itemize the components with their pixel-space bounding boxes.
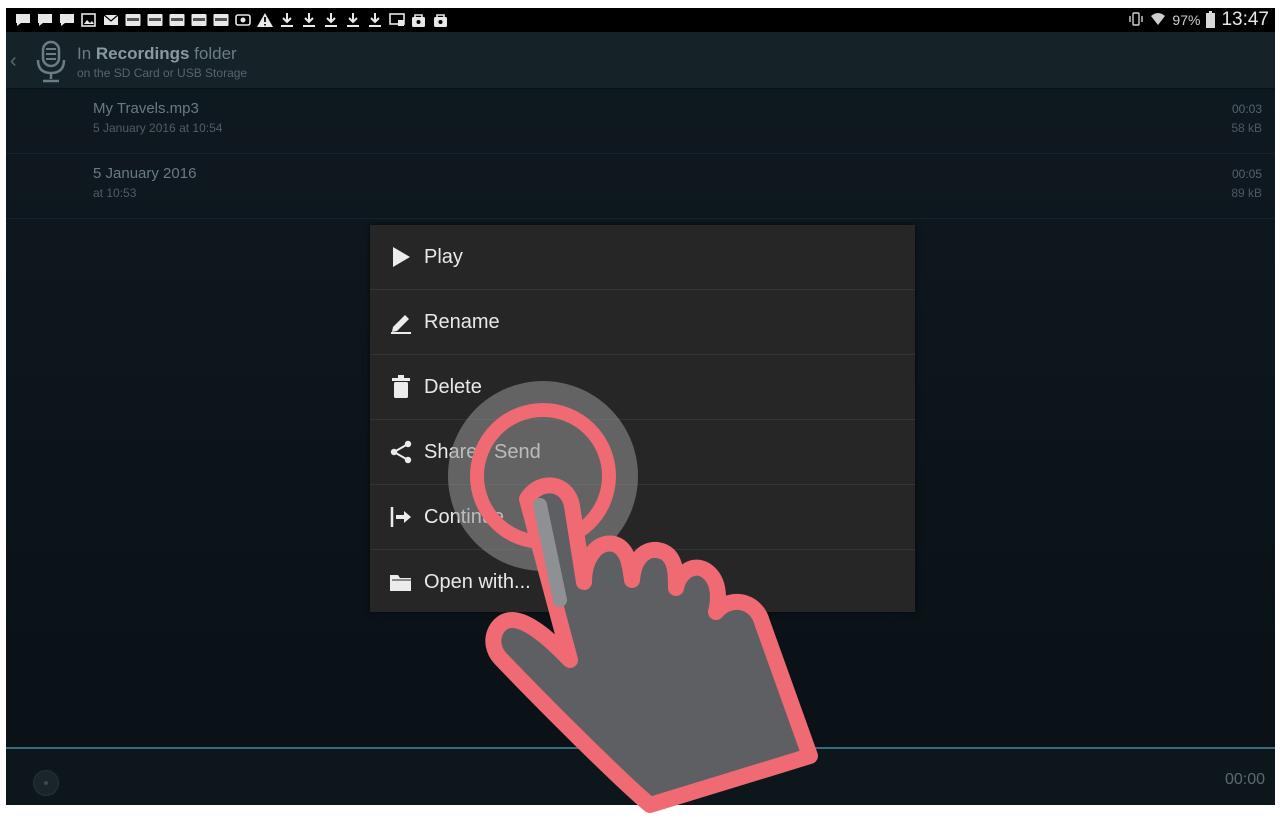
warning-icon: [256, 11, 273, 28]
app-icon: [190, 11, 207, 28]
app-screen: 97% 13:47 ‹ In Recordings folder on the …: [6, 8, 1275, 805]
battery-icon: [1206, 10, 1216, 28]
bag-icon: [432, 11, 449, 28]
notification-icons: [14, 11, 449, 28]
chat-icon: [36, 11, 53, 28]
menu-item-label: Delete: [424, 375, 482, 398]
folder-title: In Recordings folder: [77, 44, 237, 63]
menu-item-continue[interactable]: Continue: [370, 485, 915, 550]
menu-item-label: Share / Send: [424, 440, 541, 463]
download-icon: [322, 11, 339, 28]
download-icon: [300, 11, 317, 28]
status-right: 97% 13:47: [1128, 9, 1269, 31]
recording-duration: 00:03: [1231, 102, 1262, 116]
recording-date: at 10:53: [93, 186, 137, 200]
screenshot-icon: [234, 11, 251, 28]
app-icon: [124, 11, 141, 28]
recording-size: 89 kB: [1231, 186, 1262, 200]
download-icon: [344, 11, 361, 28]
trash-icon: [387, 373, 415, 401]
record-button[interactable]: [33, 770, 59, 796]
elapsed-time: 00:00: [1224, 771, 1265, 788]
recording-row[interactable]: My Travels.mp3 5 January 2016 at 10:54 0…: [6, 89, 1275, 154]
context-menu: Play Rename Delete Share / Send Continue…: [370, 225, 915, 612]
menu-item-label: Open with...: [424, 570, 531, 593]
mail-icon: [102, 11, 119, 28]
clock: 13:47: [1221, 9, 1269, 30]
pencil-icon: [387, 308, 415, 336]
folder-icon: [387, 568, 415, 596]
menu-item-label: Rename: [424, 310, 500, 333]
menu-item-delete[interactable]: Delete: [370, 355, 915, 420]
folder-header[interactable]: ‹ In Recordings folder on the SD Card or…: [6, 32, 1275, 89]
app-icon: [146, 11, 163, 28]
chat-icon: [14, 11, 31, 28]
folder-subtitle: on the SD Card or USB Storage: [77, 66, 248, 80]
download-icon: [366, 11, 383, 28]
app-icon: [168, 11, 185, 28]
menu-item-label: Play: [424, 245, 463, 268]
menu-item-open-with[interactable]: Open with...: [370, 550, 915, 614]
recording-date: 5 January 2016 at 10:54: [93, 121, 223, 135]
status-bar: 97% 13:47: [6, 8, 1275, 32]
recording-name: My Travels.mp3: [93, 100, 199, 117]
app-icon: [212, 11, 229, 28]
recording-size: 58 kB: [1231, 121, 1262, 135]
share-icon: [387, 438, 415, 466]
cast-icon: [388, 11, 405, 28]
vibrate-icon: [1128, 11, 1144, 29]
battery-percent: 97%: [1172, 12, 1201, 28]
image-icon: [80, 11, 97, 28]
menu-item-play[interactable]: Play: [370, 225, 915, 290]
bag-icon: [410, 11, 427, 28]
chat-icon: [58, 11, 75, 28]
play-icon: [387, 243, 415, 271]
continue-icon: [387, 503, 415, 531]
back-chevron-icon[interactable]: ‹: [10, 50, 17, 73]
recording-row[interactable]: 5 January 2016 at 10:53 00:05 89 kB: [6, 154, 1275, 219]
recording-name: 5 January 2016: [93, 165, 197, 182]
player-bar: 00:00: [6, 749, 1275, 805]
menu-item-rename[interactable]: Rename: [370, 290, 915, 355]
recording-duration: 00:05: [1231, 167, 1262, 181]
download-icon: [278, 11, 295, 28]
wifi-icon: [1150, 12, 1166, 29]
menu-item-share[interactable]: Share / Send: [370, 420, 915, 485]
microphone-icon: [36, 40, 66, 83]
menu-item-label: Continue: [424, 505, 505, 528]
